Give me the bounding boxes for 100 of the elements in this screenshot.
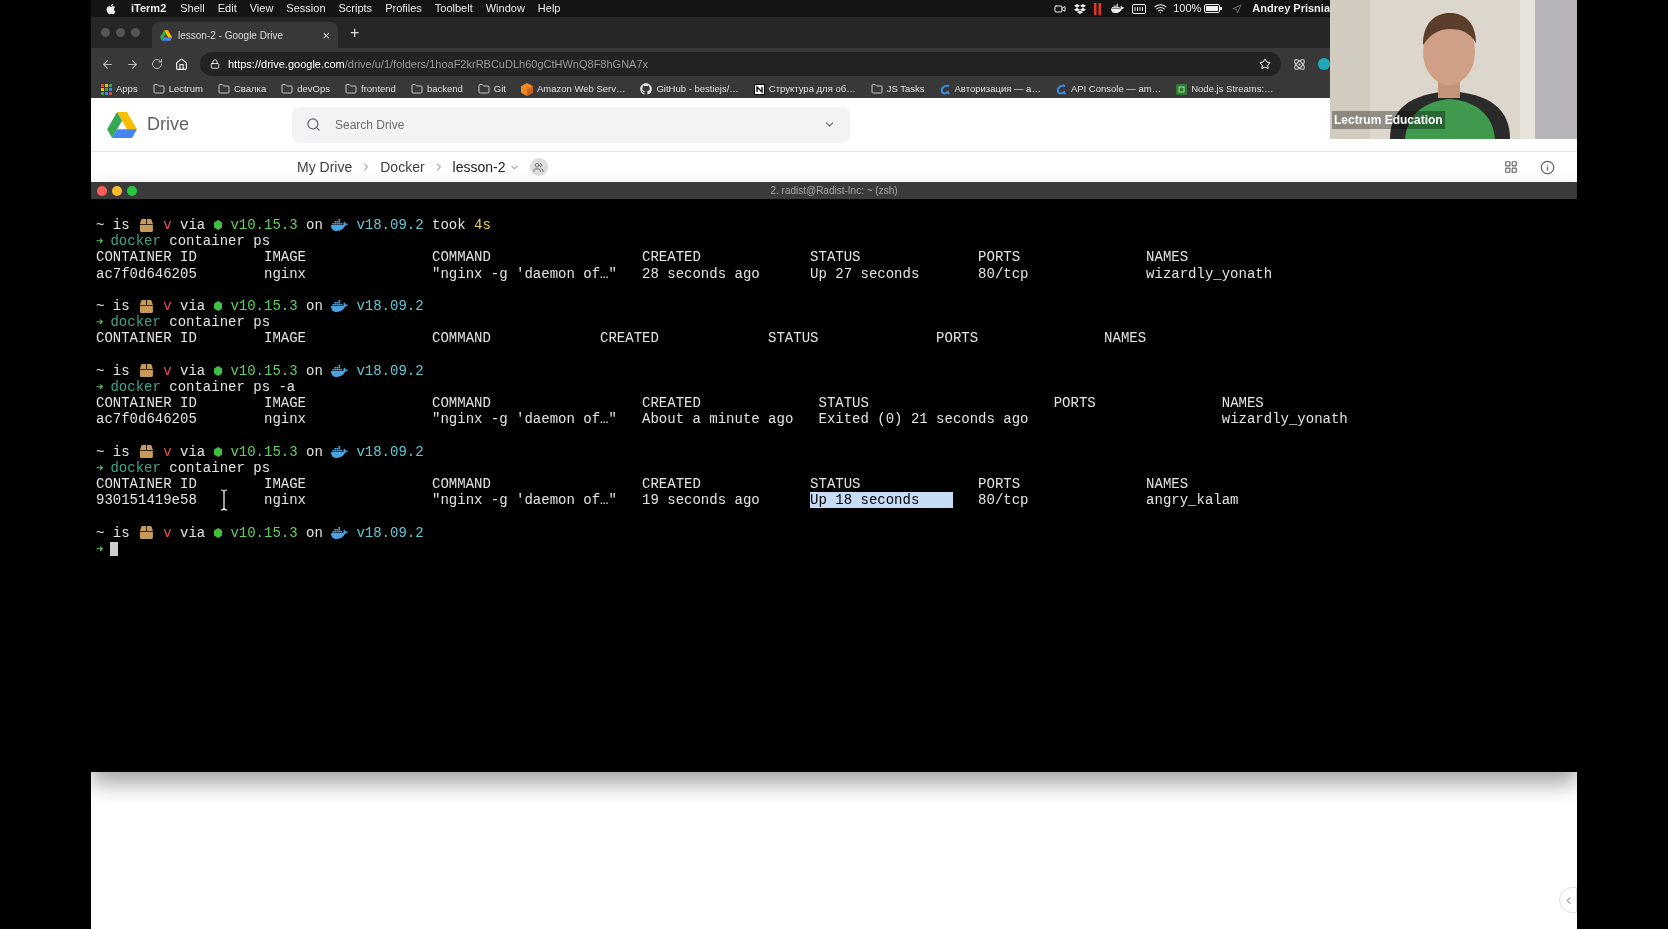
command-args: container ps — [169, 233, 271, 250]
table-cell: "nginx -g 'daemon of…" — [432, 411, 617, 428]
bookmark-link[interactable]: Amazon Web Serv… — [536, 81, 626, 97]
prompt-text: ~ — [96, 524, 105, 541]
prompt-text: ~ — [96, 443, 105, 460]
bookmark-link[interactable]: Lectrum — [168, 81, 203, 97]
bookmark-link[interactable]: Node.js Streams:… — [1191, 81, 1274, 97]
column-header: NAMES — [1104, 330, 1147, 347]
drive-logo-text: Drive — [147, 113, 190, 136]
prompt-text: is — [112, 217, 130, 234]
menu-item[interactable]: Profiles — [385, 0, 422, 17]
column-header: PORTS — [978, 476, 1021, 492]
prompt-text: 4s — [474, 217, 491, 234]
breadcrumb-link[interactable]: Docker — [380, 156, 425, 178]
column-header: STATUS — [768, 330, 819, 347]
prompt-text: via — [180, 443, 206, 460]
breadcrumb-link[interactable]: My Drive — [297, 156, 353, 178]
bookmark-link[interactable]: API Console — am… — [1070, 81, 1162, 97]
battery-percent: 100% — [1173, 1, 1202, 17]
prompt-arrow: ➜ — [96, 233, 105, 250]
column-header: STATUS — [810, 476, 861, 492]
column-header: PORTS — [978, 249, 1021, 266]
column-header: COMMAND — [432, 249, 491, 266]
prompt-text: v — [163, 443, 172, 460]
prompt-text: is — [112, 524, 130, 541]
prompt-text: on — [306, 362, 323, 379]
column-header: IMAGE — [264, 249, 307, 266]
menu-item[interactable]: Window — [485, 0, 525, 17]
prompt-text: via — [180, 217, 206, 234]
prompt-text: on — [306, 524, 323, 541]
table-cell: About a minute ago — [642, 411, 794, 428]
address-field[interactable]: https://drive.google.com/drive/u/1/folders/1hoaF2krRBCuDLh60gCtHWnQ8F8hGNA7x — [200, 52, 1281, 76]
command-name: docker — [110, 459, 161, 476]
prompt-text: ~ — [96, 297, 105, 315]
tab-close-button[interactable]: × — [322, 28, 330, 42]
column-header: STATUS — [810, 249, 861, 266]
column-header: NAMES — [1146, 249, 1189, 266]
command-args: container ps -a — [169, 378, 296, 396]
prompt-text: v18.09.2 — [356, 217, 424, 234]
prompt-arrow: ➜ — [96, 314, 105, 331]
bookmark-link[interactable]: devOps — [297, 81, 330, 97]
column-header: CREATED — [600, 330, 659, 347]
table-cell: angry_kalam — [1146, 492, 1239, 509]
prompt-text: ~ — [96, 362, 105, 379]
prompt-arrow: ➜ — [96, 378, 105, 396]
bookmark-link[interactable]: Структура для об… — [768, 81, 856, 97]
column-header: IMAGE — [264, 330, 307, 347]
menu-item[interactable]: Help — [537, 0, 561, 17]
column-header: CREATED — [642, 395, 701, 412]
bookmark-link[interactable]: backend — [426, 81, 463, 97]
bookmark-link[interactable]: GitHub - bestiejs/… — [656, 81, 739, 97]
menu-item[interactable]: Scripts — [338, 0, 373, 17]
prompt-text: via — [180, 524, 206, 541]
table-cell: nginx — [264, 411, 307, 428]
bookmark-link[interactable]: Git — [493, 81, 506, 97]
search-input: Search Drive — [335, 115, 809, 134]
table-cell: 28 seconds ago — [642, 265, 760, 282]
bookmark-link[interactable]: Авторизация — a… — [954, 81, 1041, 97]
terminal-title: 2. radist@Radist-Inc: ~ (zsh) — [770, 184, 898, 198]
prompt-text: is — [112, 443, 130, 460]
browser-tab[interactable]: lesson-2 - Google Drive × — [152, 22, 338, 48]
menu-item[interactable]: Session — [286, 0, 326, 17]
column-header: PORTS — [936, 330, 979, 347]
user-menu[interactable]: Andrey Prisnia — [1252, 0, 1330, 17]
breadcrumb-link[interactable]: lesson-2 — [452, 156, 506, 178]
app-menu[interactable]: iTerm2 — [131, 0, 167, 17]
prompt-text: v — [163, 524, 172, 541]
prompt-text: v18.09.2 — [356, 524, 424, 541]
prompt-text: via — [180, 362, 206, 379]
menu-item[interactable]: Shell — [180, 0, 205, 17]
column-header: CONTAINER ID — [96, 330, 197, 347]
column-header: IMAGE — [264, 395, 307, 412]
new-tab-button[interactable]: + — [350, 24, 360, 41]
table-cell: "nginx -g 'daemon of…" — [432, 265, 617, 282]
column-header: COMMAND — [432, 330, 491, 347]
column-header: CONTAINER ID — [96, 249, 197, 266]
prompt-text: v — [163, 217, 172, 234]
table-cell: 80/tcp — [978, 265, 1029, 282]
bookmark-link[interactable]: JS Tasks — [886, 81, 925, 97]
table-cell: nginx — [264, 492, 307, 509]
menu-item[interactable]: Toolbelt — [434, 0, 473, 17]
column-header: COMMAND — [432, 476, 491, 492]
prompt-text: on — [306, 443, 323, 460]
menu-item[interactable]: Edit — [217, 0, 237, 17]
bookmark-link[interactable]: frontend — [361, 81, 396, 97]
bookmark-link[interactable]: Apps — [116, 81, 138, 97]
prompt-text: v18.09.2 — [356, 297, 424, 315]
table-cell: Up 27 seconds — [810, 265, 920, 282]
tab-title: lesson-2 - Google Drive — [178, 28, 285, 43]
command-name: docker — [110, 314, 161, 331]
search-field[interactable]: Search Drive — [292, 106, 850, 143]
prompt-text: v10.15.3 — [230, 443, 298, 460]
bookmark-link[interactable]: Свалка — [234, 81, 267, 97]
column-header: STATUS — [818, 395, 869, 412]
prompt-text: v — [163, 297, 172, 315]
prompt-text: took — [432, 217, 466, 234]
table-cell: wizardly_yonath — [1221, 411, 1348, 428]
column-header: IMAGE — [264, 476, 307, 492]
menu-item[interactable]: View — [249, 0, 274, 17]
column-header: CREATED — [642, 249, 701, 266]
